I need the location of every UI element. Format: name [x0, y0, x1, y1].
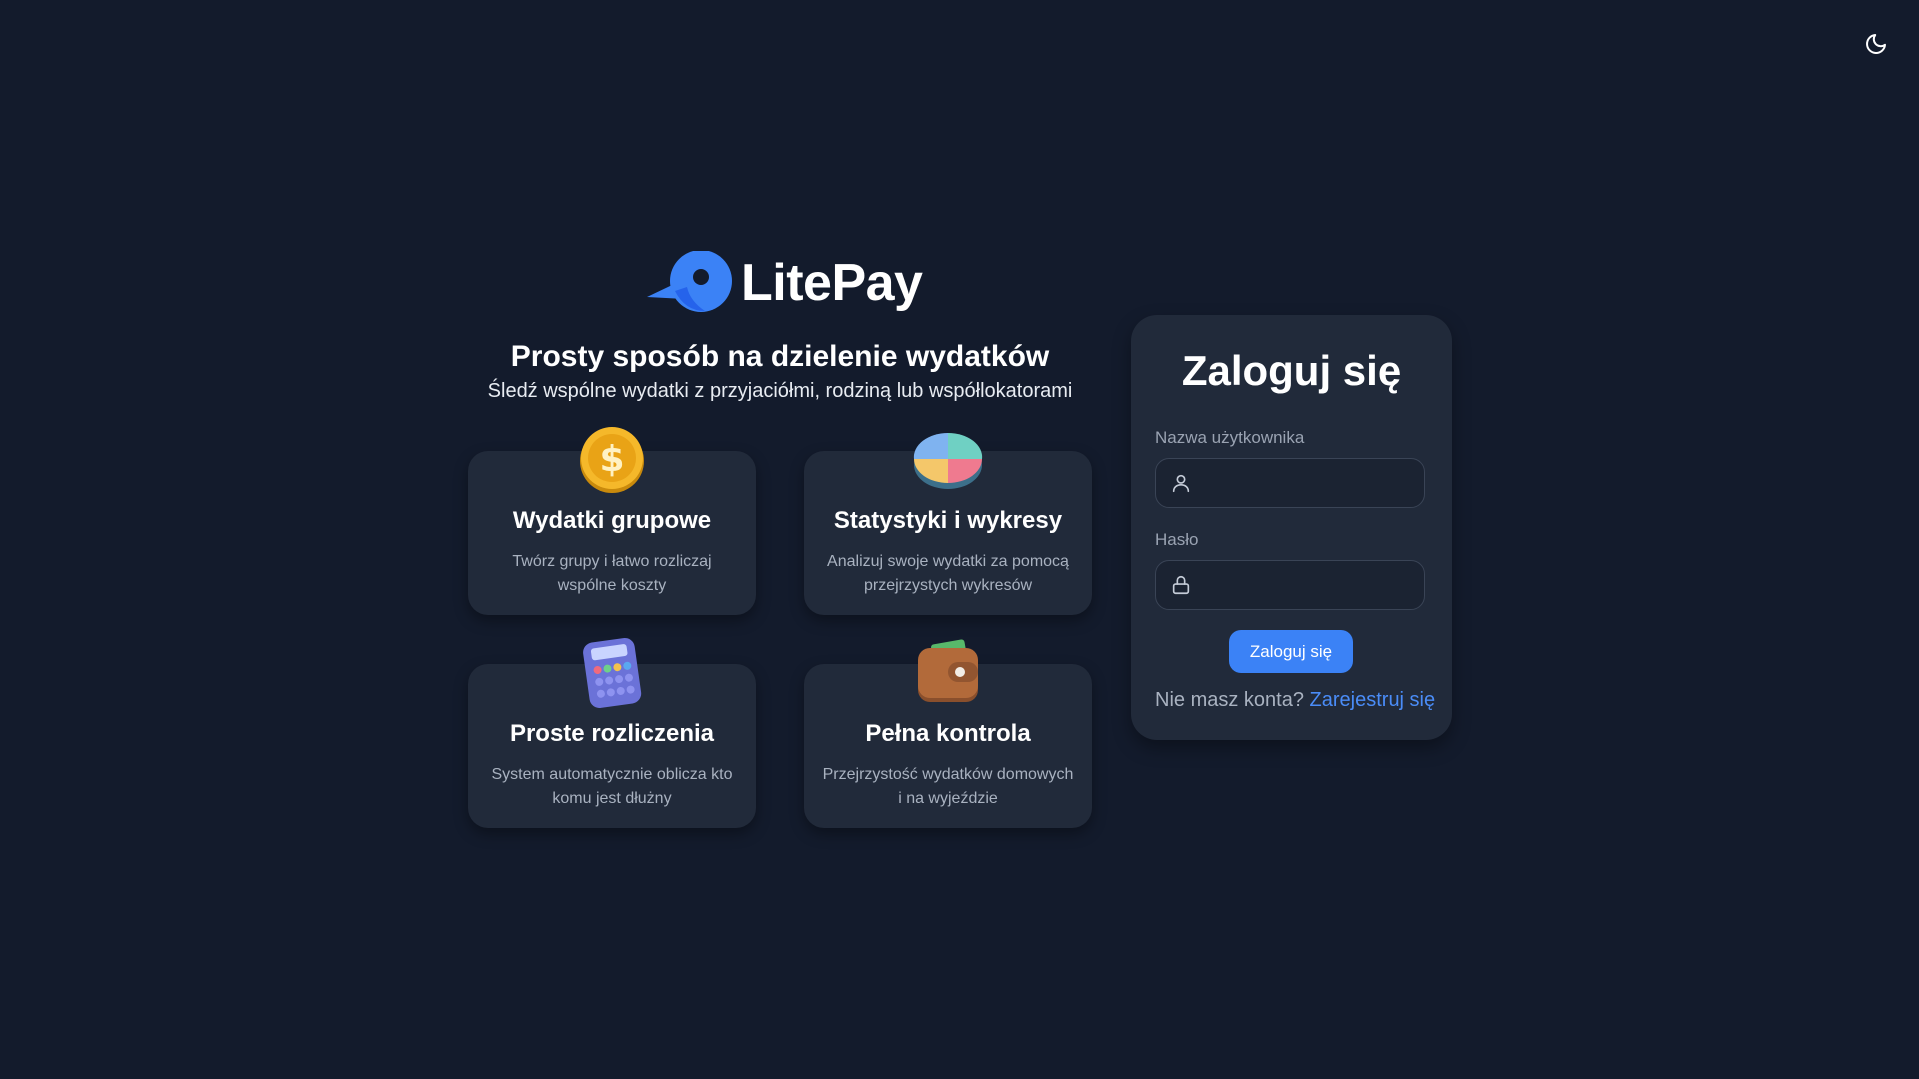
feature-card-statistics: Statystyki i wykresy Analizuj swoje wyda… — [804, 432, 1092, 615]
feature-card-settlements: Proste rozliczenia System automatycznie … — [468, 637, 756, 828]
hero: Prosty sposób na dzielenie wydatków Śled… — [465, 340, 1095, 403]
feature-title: Statystyki i wykresy — [833, 507, 1063, 534]
username-field[interactable] — [1155, 458, 1425, 509]
lock-icon — [1172, 575, 1190, 595]
brand: LitePay — [645, 250, 923, 315]
calculator-icon — [583, 637, 642, 708]
wallet-icon — [918, 639, 978, 702]
feature-title: Pełna kontrola — [865, 720, 1031, 747]
feature-card-full-control: Pełna kontrola Przejrzystość wydatków do… — [804, 639, 1092, 828]
feature-description: System automatycznie oblicza kto komu je… — [491, 766, 733, 807]
login-title: Zaloguj się — [1181, 347, 1402, 394]
feature-title: Wydatki grupowe — [512, 507, 712, 534]
svg-text:$: $ — [599, 439, 624, 480]
username-input[interactable] — [1200, 459, 1420, 509]
password-label: Hasło — [1155, 530, 1199, 549]
password-field[interactable] — [1155, 560, 1425, 611]
register-link[interactable]: Zarejestruj się — [1310, 689, 1436, 711]
register-prompt: Nie masz konta? Zarejestruj się — [1155, 689, 1435, 712]
pie-chart-icon — [913, 432, 983, 489]
login-button[interactable]: Zaloguj się — [1229, 630, 1353, 673]
password-input[interactable] — [1200, 561, 1420, 611]
no-account-text: Nie masz konta? — [1155, 689, 1304, 711]
feature-description: Analizuj swoje wydatki za pomocą przejrz… — [827, 553, 1069, 594]
feature-card-group-expenses: $ Wydatki grupowe Twórz grupy i łatwo ro… — [468, 427, 756, 615]
feature-title: Proste rozliczenia — [509, 720, 715, 747]
feature-description: Przejrzystość wydatków domowych i na wyj… — [822, 766, 1074, 807]
username-label: Nazwa użytkownika — [1155, 428, 1305, 447]
brand-name: LitePay — [741, 253, 923, 312]
bird-logo-icon — [647, 250, 732, 312]
hero-title: Prosty sposób na dzielenie wydatków — [510, 340, 1050, 373]
login-card: Zaloguj się Nazwa użytkownika Hasło Zalo… — [1131, 315, 1452, 740]
feature-description: Twórz grupy i łatwo rozliczaj wspólne ko… — [512, 553, 712, 594]
moon-icon — [1866, 34, 1886, 54]
theme-toggle-button[interactable] — [1860, 28, 1892, 60]
hero-subtitle: Śledź wspólne wydatki z przyjaciółmi, ro… — [487, 380, 1073, 402]
user-icon — [1172, 474, 1190, 493]
gold-coin-dollar-icon: $ — [580, 427, 644, 493]
